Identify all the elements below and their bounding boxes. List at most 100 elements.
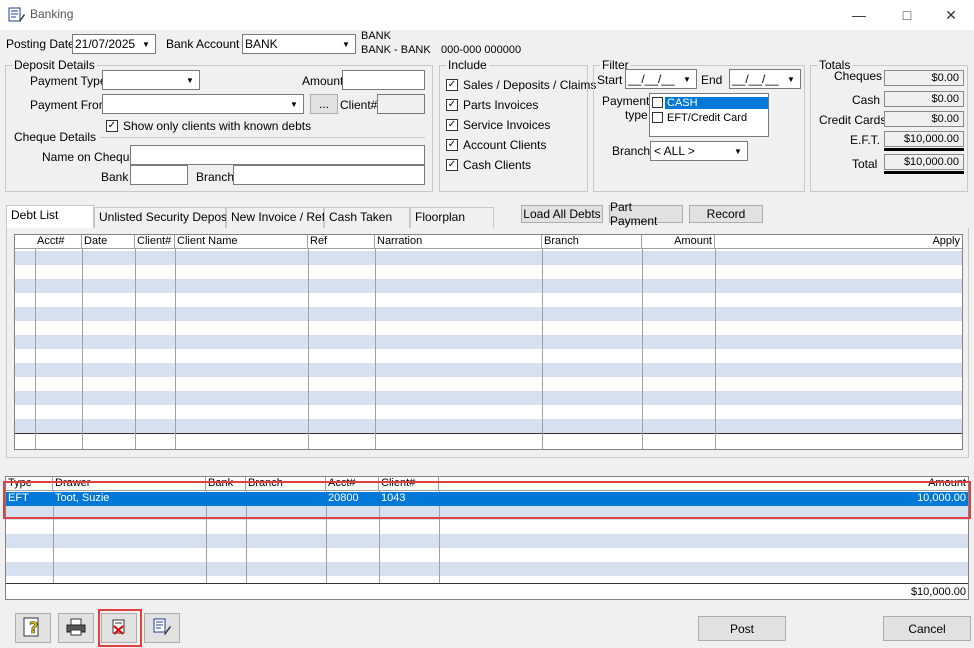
start-date-picker[interactable]: __/__/__ ▼ — [625, 69, 697, 89]
dropdown-arrow-icon[interactable]: ▼ — [679, 71, 695, 87]
include-account-checkbox[interactable]: ✓ Account Clients — [446, 138, 546, 152]
tab-debt-list[interactable]: Debt List — [6, 205, 94, 228]
payment-from-label: Payment From — [30, 98, 109, 112]
tab-unlisted-label: Unlisted Security Deposit — [99, 210, 234, 224]
column-header[interactable]: Apply — [715, 235, 962, 249]
column-header[interactable]: Branch — [542, 235, 642, 249]
part-payment-button[interactable]: Part Payment — [609, 200, 683, 228]
tab-new-invoice-ref[interactable]: New Invoice / Ref — [226, 207, 325, 228]
tab-unlisted-security-deposit[interactable]: Unlisted Security Deposit — [94, 207, 233, 228]
bank-numbers: 000-000 000000 — [441, 44, 522, 56]
bank-account-select[interactable]: BANK ▼ — [242, 34, 356, 54]
cheque-bank-input[interactable] — [130, 165, 188, 185]
cancel-button[interactable]: Cancel — [883, 616, 971, 641]
record-button[interactable]: Record — [689, 205, 763, 223]
checkbox-checked-icon: ✓ — [106, 120, 118, 132]
minimize-button[interactable]: — — [836, 0, 882, 30]
payment-from-select[interactable]: ▼ — [102, 94, 304, 114]
posting-date-picker[interactable]: 21/07/2025 ▼ — [72, 34, 156, 54]
tab-floorplan[interactable]: Floorplan — [410, 207, 494, 228]
divider — [100, 137, 425, 138]
close-button[interactable]: ✕ — [928, 0, 974, 30]
column-header[interactable]: Client Name — [175, 235, 308, 249]
bank-account-value: BANK — [245, 37, 278, 51]
cash-label: Cash — [852, 93, 881, 107]
cheque-branch-input[interactable] — [233, 165, 425, 185]
checkbox-unchecked-icon — [652, 112, 663, 123]
banking-app-icon — [8, 7, 26, 23]
total-label: Total — [852, 157, 878, 171]
dropdown-arrow-icon[interactable]: ▼ — [783, 71, 799, 87]
column-header[interactable]: Amount — [642, 235, 715, 249]
column-header[interactable]: Narration — [375, 235, 542, 249]
cheques-label: Cheques — [834, 69, 883, 83]
dropdown-arrow-icon[interactable]: ▼ — [138, 36, 154, 52]
payment-type-eft[interactable]: EFT/Credit Card — [652, 110, 768, 125]
include-parts-checkbox[interactable]: ✓ Parts Invoices — [446, 98, 538, 112]
bank-name-line2: BANK - BANK — [361, 44, 431, 56]
total-separator — [884, 148, 964, 151]
dropdown-arrow-icon[interactable]: ▼ — [182, 72, 198, 88]
include-sales-checkbox[interactable]: ✓ Sales / Deposits / Claims — [446, 78, 596, 92]
column-header[interactable]: Client# — [135, 235, 175, 249]
credit-cards-label: Credit Cards — [819, 113, 887, 127]
dropdown-arrow-icon[interactable]: ▼ — [730, 143, 746, 159]
name-on-cheque-input[interactable] — [130, 145, 425, 165]
cheques-total: $0.00 — [884, 70, 964, 86]
include-cash-checkbox[interactable]: ✓ Cash Clients — [446, 158, 531, 172]
grand-total: $10,000.00 — [884, 154, 964, 170]
include-service-label: Service Invoices — [463, 118, 551, 132]
column-header[interactable]: Date — [82, 235, 135, 249]
payment-grid-total: $10,000.00 — [910, 586, 966, 598]
payment-type-cash-label: CASH — [665, 96, 768, 109]
branch-label: Branch — [196, 170, 235, 184]
cheque-details-label: Cheque Details — [14, 130, 97, 144]
posting-date-value: 21/07/2025 — [75, 37, 136, 51]
bank-name-line1: BANK — [361, 30, 391, 42]
title-bar: Banking — □ ✕ — [0, 0, 974, 30]
tab-cash-taken[interactable]: Cash Taken — [324, 207, 410, 228]
dropdown-arrow-icon[interactable]: ▼ — [286, 96, 302, 112]
branch-filter-select[interactable]: < ALL > ▼ — [650, 141, 748, 161]
debt-list-grid[interactable]: Acct# Date Client# Client Name Ref Narra… — [14, 234, 963, 450]
load-all-debts-button[interactable]: Load All Debts — [521, 205, 603, 223]
credit-cards-total: $0.00 — [884, 111, 964, 127]
start-label: Start — [597, 73, 623, 87]
dropdown-arrow-icon[interactable]: ▼ — [338, 36, 354, 52]
include-account-label: Account Clients — [463, 138, 547, 152]
payment-type-select[interactable]: ▼ — [102, 70, 200, 90]
maximize-button[interactable]: □ — [884, 0, 930, 30]
include-cash-label: Cash Clients — [463, 158, 532, 172]
checkbox-unchecked-icon — [652, 97, 663, 108]
payment-label: Payment — [602, 94, 650, 108]
printer-icon — [66, 618, 86, 639]
amount-input[interactable] — [342, 70, 425, 90]
end-label: End — [701, 73, 723, 87]
checkbox-checked-icon: ✓ — [446, 119, 458, 131]
payment-type-cash[interactable]: CASH — [652, 95, 768, 110]
highlight-annotation — [3, 481, 971, 519]
end-date-picker[interactable]: __/__/__ ▼ — [729, 69, 801, 89]
payment-type-list[interactable]: CASH EFT/Credit Card — [649, 93, 769, 137]
column-header[interactable]: Acct# — [35, 235, 82, 249]
start-date-value: __/__/__ — [628, 72, 675, 86]
edit-button[interactable] — [144, 613, 180, 643]
column-header[interactable]: Ref — [308, 235, 375, 249]
posting-date-label: Posting Date — [6, 37, 75, 51]
name-on-cheque-label: Name on Cheque — [42, 150, 137, 164]
known-debts-checkbox[interactable]: ✓ Show only clients with known debts — [106, 119, 311, 133]
post-button[interactable]: Post — [698, 616, 786, 641]
include-service-checkbox[interactable]: ✓ Service Invoices — [446, 118, 550, 132]
client-number-field — [377, 94, 425, 114]
print-button[interactable] — [58, 613, 94, 643]
checkbox-checked-icon: ✓ — [446, 159, 458, 171]
svg-text:?: ? — [29, 618, 38, 637]
eft-total: $10,000.00 — [884, 131, 964, 147]
browse-client-button[interactable]: ... — [310, 94, 338, 114]
client-label: Client# — [340, 98, 378, 112]
debt-grid-header: Acct# Date Client# Client Name Ref Narra… — [15, 235, 962, 249]
help-button[interactable]: ? — [15, 613, 51, 643]
total-underline — [884, 171, 964, 174]
tab-cash-taken-label: Cash Taken — [329, 210, 393, 224]
payment-type-eft-label: EFT/Credit Card — [667, 111, 748, 124]
